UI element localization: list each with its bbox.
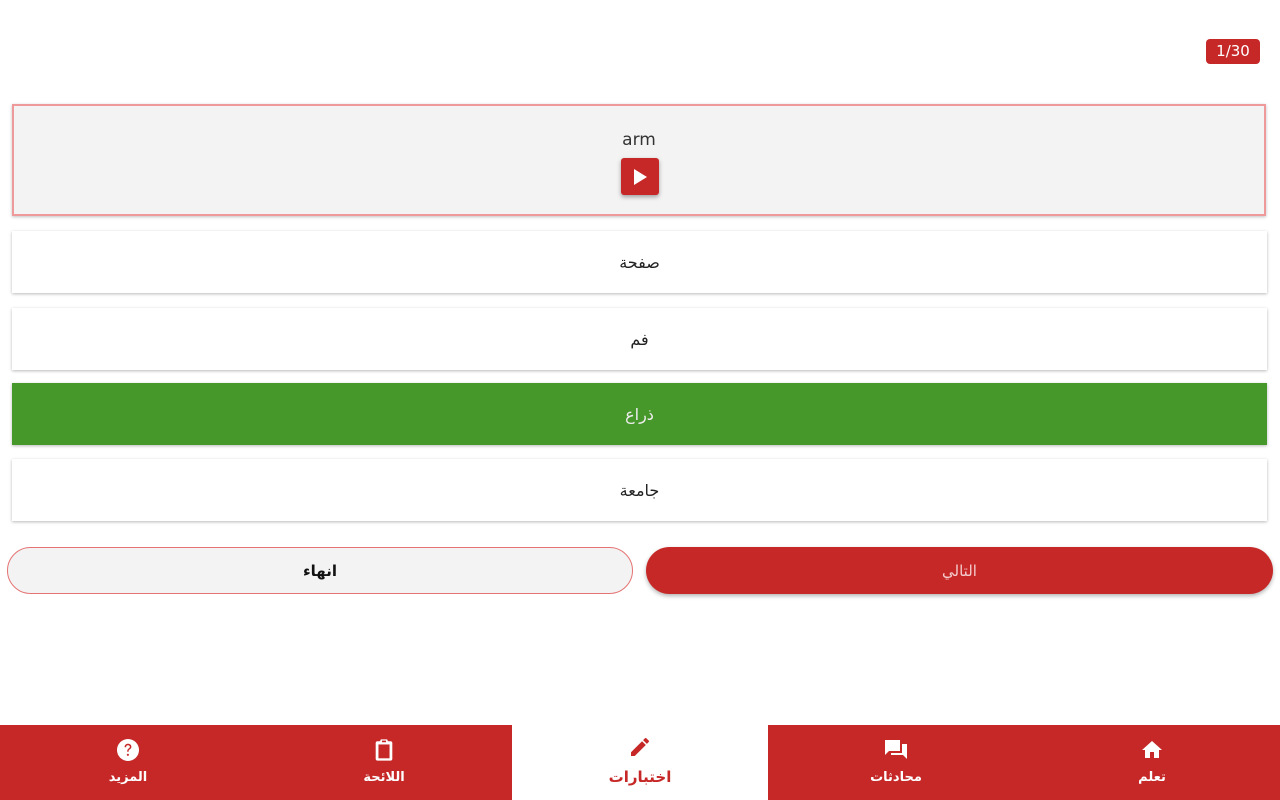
play-icon <box>634 168 647 185</box>
answer-option[interactable]: فم <box>12 308 1267 370</box>
play-audio-button[interactable] <box>621 158 659 195</box>
quiz-screen: 1/30 arm صفحة فم ذراع جامعة انهاء التالي… <box>0 0 1280 800</box>
next-button[interactable]: التالي <box>646 547 1273 594</box>
nav-item-learn[interactable]: تعلم <box>1024 725 1280 800</box>
chat-icon <box>885 740 907 759</box>
nav-label: المزيد <box>108 770 148 785</box>
bottom-navigation: المزيد اللائحة اختبارات محادثات تعلم <box>0 725 1280 800</box>
nav-label: تعلم <box>1138 770 1166 785</box>
answer-option[interactable]: صفحة <box>12 231 1267 293</box>
nav-item-list[interactable]: اللائحة <box>256 725 512 800</box>
help-circle-icon <box>117 739 139 761</box>
nav-label: اللائحة <box>363 770 405 785</box>
question-counter-badge: 1/30 <box>1206 39 1260 64</box>
nav-item-more[interactable]: المزيد <box>0 725 256 800</box>
nav-item-tests[interactable]: اختبارات <box>512 725 768 800</box>
nav-item-conversations[interactable]: محادثات <box>768 725 1024 800</box>
question-word: arm <box>622 130 656 150</box>
answer-option[interactable]: جامعة <box>12 459 1267 521</box>
clipboard-icon <box>375 739 393 761</box>
finish-button[interactable]: انهاء <box>7 547 633 594</box>
nav-label: اختبارات <box>608 768 672 786</box>
pencil-icon <box>631 737 650 756</box>
nav-label: محادثات <box>870 770 922 785</box>
question-card: arm <box>12 104 1266 216</box>
answer-option-correct[interactable]: ذراع <box>12 383 1267 445</box>
home-icon <box>1142 741 1162 758</box>
